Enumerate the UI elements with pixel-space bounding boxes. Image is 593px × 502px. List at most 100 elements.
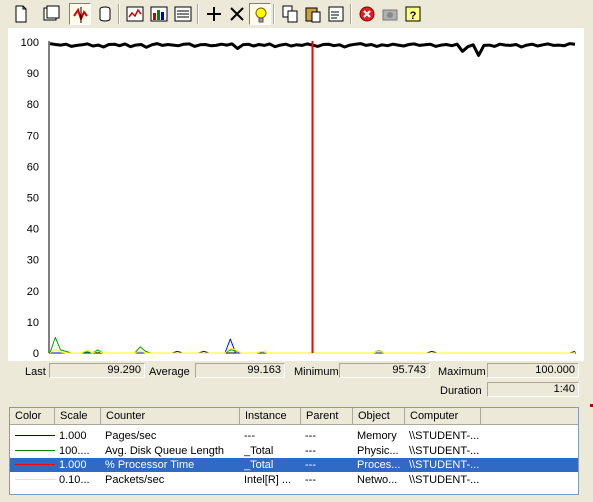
y-tick-label: 30 — [27, 255, 39, 267]
toolbar-separator — [118, 4, 120, 24]
highlight-button[interactable] — [249, 3, 271, 25]
legend-header: Color Scale Counter Instance Parent Obje… — [10, 408, 578, 425]
legend-cell-instance: Intel[R] ... — [244, 473, 292, 486]
legend-cell-scale: 100.... — [59, 444, 90, 457]
view-graph-button[interactable] — [124, 3, 146, 25]
header-computer[interactable]: Computer — [405, 408, 481, 425]
view-log-data-button[interactable] — [94, 3, 116, 25]
new-counter-set-button[interactable] — [10, 3, 32, 25]
performance-chart: 100 90 80 70 60 50 40 30 20 10 0 — [8, 28, 584, 361]
view-current-activity-button[interactable] — [69, 3, 91, 25]
legend-row[interactable]: 1.000 % Processor Time _Total --- Proces... \… — [10, 458, 578, 472]
properties-button[interactable] — [325, 3, 347, 25]
legend-row[interactable]: 100.... Avg. Disk Queue Length _Total --- Ph… — [10, 444, 578, 458]
header-color[interactable]: Color — [10, 408, 55, 425]
legend-cell-counter: Pages/sec — [105, 430, 157, 442]
plus-icon — [207, 7, 221, 21]
legend-cell-computer: \\STUDENT-... — [409, 459, 480, 471]
toolbar: ? — [0, 0, 593, 28]
minimum-label: Minimum — [294, 366, 339, 378]
add-counter-button[interactable] — [203, 3, 225, 25]
clear-display-icon — [43, 5, 60, 21]
legend-row[interactable]: 1.000 Pages/sec --- --- Memory \\STUDENT-... — [10, 429, 578, 443]
x-icon — [230, 7, 244, 21]
average-label: Average — [149, 366, 190, 378]
current-activity-icon — [73, 7, 88, 23]
view-histogram-button[interactable] — [148, 3, 170, 25]
header-filler — [481, 408, 578, 425]
counter-color-swatch — [15, 464, 55, 465]
freeze-display-button[interactable] — [356, 3, 378, 25]
legend-cell-counter: Avg. Disk Queue Length — [105, 444, 225, 457]
lightbulb-icon — [255, 7, 267, 23]
legend-cell-computer: \\STUDENT-... — [409, 444, 480, 457]
legend-cell-parent: --- — [305, 473, 316, 486]
camera-icon — [382, 9, 398, 21]
legend-cell-instance: _Total — [244, 444, 274, 457]
counter-legend[interactable]: Color Scale Counter Instance Parent Obje… — [9, 407, 579, 495]
copy-icon — [282, 5, 298, 23]
header-scale[interactable]: Scale — [55, 408, 101, 425]
legend-cell-parent: --- — [305, 430, 316, 442]
legend-cell-object: Proces... — [357, 459, 401, 471]
legend-cell-instance: _Total — [244, 459, 274, 471]
statistics-bar: Last 99.290 Average 99.163 Minimum 95.74… — [0, 361, 593, 401]
svg-text:?: ? — [410, 10, 417, 22]
histogram-icon — [150, 6, 168, 22]
counter-color-swatch — [15, 449, 55, 451]
database-icon — [99, 6, 111, 22]
legend-row[interactable]: 0.10... Packets/sec Intel[R] ... --- Netwo..… — [10, 473, 578, 487]
new-document-icon — [15, 5, 27, 23]
legend-cell-counter: % Processor Time — [105, 459, 195, 471]
help-icon: ? — [405, 6, 421, 22]
counter-color-swatch — [15, 435, 55, 436]
update-data-button[interactable] — [379, 3, 401, 25]
duration-label: Duration — [440, 385, 482, 397]
properties-icon — [328, 6, 344, 22]
graph-icon — [126, 6, 144, 22]
toolbar-separator — [350, 4, 352, 24]
counter-color-swatch — [15, 478, 55, 480]
legend-cell-computer: \\STUDENT-... — [409, 473, 480, 486]
legend-cell-counter: Packets/sec — [105, 473, 165, 486]
clear-display-button[interactable] — [40, 3, 62, 25]
header-object[interactable]: Object — [353, 408, 405, 425]
duration-value: 1:40 — [487, 382, 579, 397]
legend-cell-scale: 1.000 — [59, 430, 87, 442]
report-icon — [174, 6, 192, 22]
y-tick-label: 80 — [27, 99, 39, 111]
y-tick-label: 20 — [27, 286, 39, 298]
view-report-button[interactable] — [172, 3, 194, 25]
legend-cell-object: Physic... — [357, 444, 399, 457]
y-tick-label: 10 — [27, 317, 39, 329]
y-tick-label: 40 — [27, 224, 39, 236]
copy-properties-button[interactable] — [279, 3, 301, 25]
toolbar-separator — [273, 4, 275, 24]
header-counter[interactable]: Counter — [101, 408, 240, 425]
legend-cell-instance: --- — [244, 430, 255, 442]
legend-cell-parent: --- — [305, 444, 316, 457]
legend-cell-object: Memory — [357, 430, 397, 442]
maximum-value: 100.000 — [487, 363, 579, 378]
header-parent[interactable]: Parent — [301, 408, 353, 425]
stop-icon — [359, 6, 375, 22]
chart-svg: 1009080706050403020100 — [21, 37, 576, 360]
legend-cell-scale: 1.000 — [59, 459, 87, 471]
help-button[interactable]: ? — [402, 3, 424, 25]
legend-cell-computer: \\STUDENT-... — [409, 430, 480, 442]
last-label: Last — [25, 366, 46, 378]
average-value: 99.163 — [195, 363, 285, 378]
legend-cell-parent: --- — [305, 459, 316, 471]
paste-icon — [305, 7, 321, 23]
y-tick-label: 90 — [27, 68, 39, 80]
toolbar-separator — [197, 4, 199, 24]
y-tick-label: 50 — [27, 193, 39, 205]
legend-cell-scale: 0.10... — [59, 473, 90, 486]
maximum-label: Maximum — [438, 366, 486, 378]
header-instance[interactable]: Instance — [240, 408, 301, 425]
delete-counter-button[interactable] — [226, 3, 248, 25]
paste-counter-list-button[interactable] — [302, 3, 324, 25]
y-tick-label: 0 — [33, 348, 39, 360]
y-tick-label: 70 — [27, 130, 39, 142]
last-value: 99.290 — [49, 363, 145, 378]
